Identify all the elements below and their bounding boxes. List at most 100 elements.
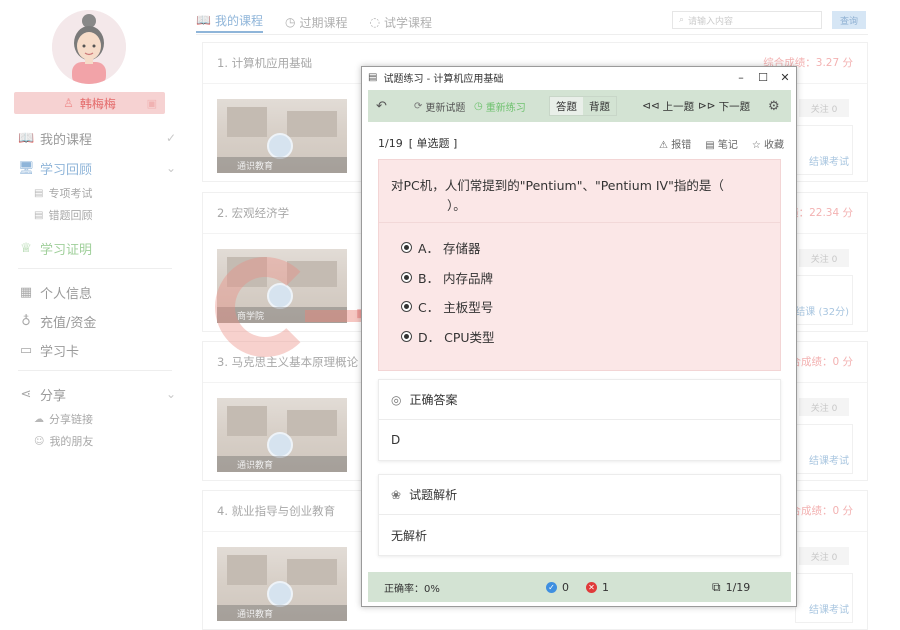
final-exam-link[interactable]: 结课考试 <box>809 153 849 168</box>
question-progress: 1/19 <box>378 136 403 150</box>
thumb-caption: 通识教育 <box>217 157 347 173</box>
question-text-line2: ）。 <box>447 198 466 213</box>
check-icon: ✓ <box>165 131 176 145</box>
count-value: 1/19 <box>725 580 751 594</box>
follow-button[interactable]: 关注 0 <box>799 99 849 117</box>
nav-study-review[interactable]: 🖥 学习回顾 ⌄ <box>18 158 176 178</box>
back-arrow-icon: ↶ <box>376 98 387 114</box>
thumb-caption: 通识教育 <box>217 456 347 472</box>
nav-label: 我的课程 <box>40 132 93 148</box>
nav-my-courses[interactable]: 📖 我的课程 ✓ <box>18 128 176 148</box>
option-c[interactable]: C． 主板型号 <box>401 297 493 316</box>
user-name-bar[interactable]: ♙ 韩梅梅 ▣ <box>14 92 165 114</box>
search-button[interactable]: 查询 <box>832 11 866 29</box>
dialog-titlebar[interactable]: ▤ 试题练习 - 计算机应用基础 – ☐ ✕ <box>362 67 796 88</box>
chevron-down-icon: ⌄ <box>165 387 176 401</box>
edit-icon[interactable]: ▣ <box>147 97 157 110</box>
nav-special-exam[interactable]: ▤ 专项考试 <box>18 184 92 202</box>
avatar-girl-icon <box>52 10 126 84</box>
nav-recharge[interactable]: ♁ 充值/资金 <box>18 311 96 331</box>
monitor-icon: 🖥 <box>18 160 35 176</box>
favorite-button[interactable]: ☆ 收藏 <box>752 136 784 151</box>
minimize-icon[interactable]: – <box>730 67 752 88</box>
maximize-icon[interactable]: ☐ <box>752 67 774 88</box>
favorite-label: 收藏 <box>764 139 784 151</box>
card-icon: ▭ <box>19 342 33 358</box>
search-input[interactable]: ⌕ 请输入内容 <box>672 11 822 29</box>
x-circle-icon: ✕ <box>586 581 597 593</box>
nav-share-link[interactable]: ☁ 分享链接 <box>18 410 93 428</box>
course-thumbnail[interactable]: 通识教育 <box>217 398 347 472</box>
divider <box>379 222 780 223</box>
note-icon: ▤ <box>705 139 715 151</box>
tab-label: 试学课程 <box>383 15 432 30</box>
tab-my-courses[interactable]: 📖 我的课程 <box>196 12 263 33</box>
option-d[interactable]: D． CPU类型 <box>401 327 495 346</box>
doc-icon: ▤ <box>34 187 44 199</box>
nav-label: 分享 <box>40 388 67 404</box>
follow-button[interactable]: 关注 0 <box>799 249 849 267</box>
nav-share[interactable]: ⋖ 分享 ⌄ <box>18 384 176 404</box>
close-icon[interactable]: ✕ <box>774 67 796 88</box>
report-label: 报错 <box>671 139 692 151</box>
panel-header: ❀ 试题解析 <box>379 475 780 515</box>
final-exam-link[interactable]: 结课考试 <box>809 452 849 467</box>
course-thumbnail[interactable]: 商学院 <box>217 249 347 323</box>
nav-my-friends[interactable]: ☺ 我的朋友 <box>18 432 93 450</box>
nav-label: 学习卡 <box>40 344 80 360</box>
star-icon: ☆ <box>751 139 761 151</box>
follow-button[interactable]: 关注 0 <box>799 547 849 565</box>
friends-icon: ☺ <box>34 435 45 447</box>
nav-label: 学习证明 <box>40 242 93 258</box>
cloud-icon: ☁ <box>34 413 44 425</box>
refresh-icon: ⟳ <box>414 100 423 112</box>
question-count[interactable]: ⧉ 1/19 <box>712 580 750 595</box>
course-thumbnail[interactable]: 通识教育 <box>217 99 347 173</box>
nav-study-card[interactable]: ▭ 学习卡 <box>18 340 79 360</box>
copy-icon: ⧉ <box>712 579 721 594</box>
correct-answer-panel: ◎ 正确答案 D <box>378 379 781 461</box>
radio-icon <box>401 242 412 253</box>
course-title[interactable]: 3. 马克思主义基本原理概论 <box>217 354 358 370</box>
practice-dialog: ▤ 试题练习 - 计算机应用基础 – ☐ ✕ ↶ ⟳ 更新试题 ◷ 重新练习 答… <box>361 66 797 607</box>
nav-personal-info[interactable]: ▦ 个人信息 <box>18 282 92 302</box>
option-a[interactable]: A． 存储器 <box>401 238 481 257</box>
follow-button[interactable]: 关注 0 <box>799 398 849 416</box>
check-circle-icon: ✓ <box>546 581 557 593</box>
analysis-heading: 试题解析 <box>409 488 458 502</box>
wallet-icon: ♁ <box>21 313 31 329</box>
tab-expired-courses[interactable]: ◷ 过期课程 <box>285 14 348 31</box>
next-question-button[interactable]: ⊳⊳ 下一题 <box>698 90 750 122</box>
correct-count: ✓ 0 <box>546 581 569 594</box>
correct-value: 0 <box>562 580 569 594</box>
nav-wrong-review[interactable]: ▤ 错题回顾 <box>18 206 92 224</box>
tab-trial-courses[interactable]: ◌ 试学课程 <box>369 14 432 31</box>
doc-icon: ▤ <box>34 209 44 221</box>
report-button[interactable]: ⚠ 报错 <box>659 136 691 151</box>
thumb-caption: 商学院 <box>217 307 347 323</box>
update-questions-button[interactable]: ⟳ 更新试题 <box>414 90 465 122</box>
course-thumbnail[interactable]: 通识教育 <box>217 547 347 621</box>
nav-study-cert[interactable]: ♕ 学习证明 <box>18 238 92 258</box>
note-button[interactable]: ▤ 笔记 <box>705 136 738 151</box>
school-logo-icon <box>267 581 293 607</box>
course-title[interactable]: 4. 就业指导与创业教育 <box>217 503 335 519</box>
dialog-footer: 正确率：0% ✓ 0 ✕ 1 ⧉ 1/19 <box>368 572 791 602</box>
redo-practice-button[interactable]: ◷ 重新练习 <box>474 90 526 122</box>
answer-mode-tab[interactable]: 答题 <box>550 97 583 115</box>
final-exam-link[interactable]: 结课考试 <box>809 601 849 616</box>
note-label: 笔记 <box>717 139 738 151</box>
final-exam-link[interactable]: 结课 (32分) <box>795 303 849 318</box>
back-button[interactable]: ↶ <box>376 90 387 122</box>
option-b[interactable]: B． 内存品牌 <box>401 268 493 287</box>
dialog-toolbar: ↶ ⟳ 更新试题 ◷ 重新练习 答题 背题 ⊲⊲ 上一题 ⊳⊳ 下一题 ⚙ <box>368 90 791 122</box>
course-title[interactable]: 2. 宏观经济学 <box>217 205 289 221</box>
search-placeholder: 请输入内容 <box>688 16 734 27</box>
prev-question-button[interactable]: ⊲⊲ 上一题 <box>642 90 694 122</box>
avatar[interactable] <box>52 10 126 84</box>
settings-button[interactable]: ⚙ <box>768 90 780 122</box>
nav-label: 个人信息 <box>40 286 93 302</box>
next-label: 下一题 <box>718 100 751 113</box>
memorize-mode-tab[interactable]: 背题 <box>583 97 616 115</box>
course-title[interactable]: 1. 计算机应用基础 <box>217 55 312 71</box>
